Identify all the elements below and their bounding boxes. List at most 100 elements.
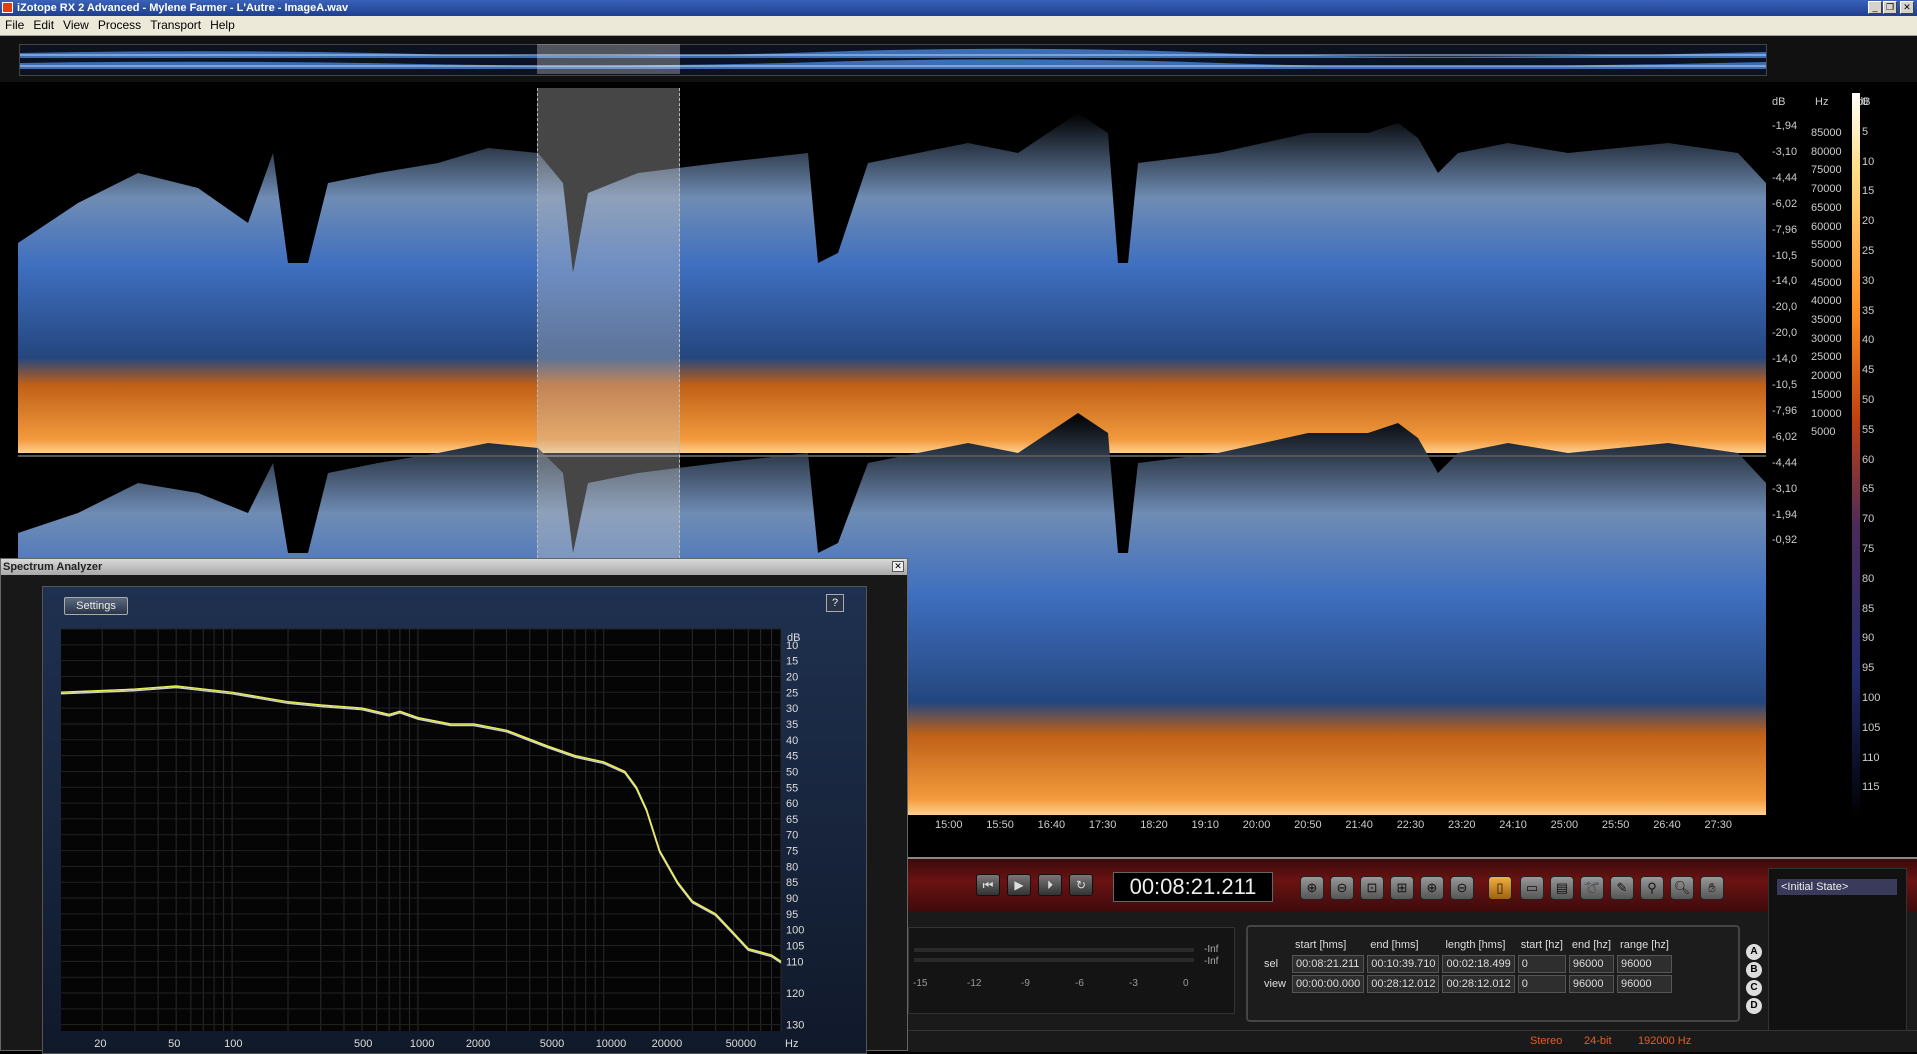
timecode-display: 00:08:21.211	[1113, 872, 1273, 902]
hz-tick-label: 70000	[1811, 183, 1842, 196]
brush-tool-icon[interactable]: ✎	[1610, 876, 1634, 900]
wand-tool-icon[interactable]: ⚲	[1640, 876, 1664, 900]
analyzer-db-tick: 105	[786, 941, 804, 953]
view-start-hz[interactable]: 0	[1517, 975, 1566, 993]
analyzer-hz-tick: 50000	[726, 1038, 757, 1050]
play-button[interactable]: ▶	[1007, 874, 1031, 896]
db-tick-label: -3,10	[1772, 145, 1798, 158]
close-button[interactable]: ✕	[1900, 1, 1914, 14]
view-start-hms[interactable]: 00:00:00.000	[1292, 975, 1365, 993]
db-tick-label: -4,44	[1772, 456, 1798, 469]
colorbar-tick-label: 25	[1862, 245, 1875, 257]
time-tick-label: 25:00	[1550, 819, 1579, 831]
hz-tick-label: 75000	[1811, 164, 1842, 177]
zoom-fit-icon[interactable]: ⊞	[1390, 876, 1414, 900]
analyzer-db-tick: 40	[786, 735, 798, 747]
zoom-in-freq-icon[interactable]: ⊕	[1420, 876, 1444, 900]
history-panel: <Initial State>	[1768, 868, 1907, 1034]
hand-tool-icon[interactable]: ✋︎	[1700, 876, 1724, 900]
hz-tick-label: 20000	[1811, 370, 1842, 383]
analyzer-hz-unit: Hz	[785, 1038, 798, 1050]
analyzer-help-button[interactable]: ?	[826, 594, 844, 612]
colorbar-tick-label: 15	[1862, 185, 1875, 198]
zoom-out-time-icon[interactable]: ⊖	[1330, 876, 1354, 900]
play-selection-button[interactable]: ⏵	[1038, 874, 1062, 896]
minimize-button[interactable]: _	[1868, 1, 1882, 14]
db-tick-label: -14,0	[1772, 353, 1798, 366]
overview-wave-graphic	[20, 48, 1766, 69]
analyzer-body: Settings ? 10 15 20 25 30 35 40 45 50 55 60 65 70 75 8…	[42, 586, 867, 1054]
compare-c-button[interactable]: C	[1746, 980, 1762, 996]
time-tick-label: 16:40	[1037, 819, 1066, 831]
menu-edit[interactable]: Edit	[28, 16, 58, 35]
zoom-in-time-icon[interactable]: ⊕	[1300, 876, 1324, 900]
hz-tick-label: 65000	[1811, 201, 1842, 214]
menu-transport[interactable]: Transport	[145, 16, 205, 35]
sel-length-hms[interactable]: 00:02:18.499	[1442, 955, 1515, 973]
compare-a-button[interactable]: A	[1746, 944, 1762, 960]
skip-to-start-button[interactable]: ⏮	[976, 874, 1000, 896]
analyzer-hz-tick: 2000	[466, 1038, 490, 1050]
view-length-hms[interactable]: 00:28:12.012	[1442, 975, 1515, 993]
menu-help[interactable]: Help	[205, 16, 239, 35]
sel-end-hms[interactable]: 00:10:39.710	[1367, 955, 1440, 973]
row-label-view: view	[1264, 978, 1287, 990]
zoom-out-freq-icon[interactable]: ⊖	[1450, 876, 1474, 900]
status-channels: Stereo	[1530, 1035, 1563, 1047]
db-tick-label: -10,5	[1772, 379, 1798, 391]
compare-d-button[interactable]: D	[1746, 998, 1762, 1014]
window-title: iZotope RX 2 Advanced - Mylene Farmer - …	[17, 2, 349, 14]
colorbar-tick-label: 5	[1862, 125, 1869, 138]
overview-waveform[interactable]	[0, 36, 1917, 82]
status-bar: Stereo 24-bit 192000 Hz	[908, 1030, 1917, 1052]
db-tick-label: -10,5	[1772, 249, 1798, 262]
colorbar-tick-label: 20	[1862, 215, 1875, 228]
menu-file[interactable]: File	[0, 16, 28, 35]
analyzer-settings-button[interactable]: Settings	[64, 597, 128, 615]
zoom-selection-icon[interactable]: ⊡	[1360, 876, 1384, 900]
sel-range-hz[interactable]: 96000	[1617, 955, 1672, 973]
db-tick-label: -7,96	[1772, 404, 1798, 417]
menu-view[interactable]: View	[58, 16, 93, 35]
view-range-hz[interactable]: 96000	[1617, 975, 1672, 993]
analyzer-close-button[interactable]: ✕	[892, 561, 904, 572]
compare-b-button[interactable]: B	[1746, 962, 1762, 978]
analyzer-plot-bg	[61, 629, 781, 1031]
hz-tick-label: 40000	[1811, 295, 1842, 308]
freq-select-tool-icon[interactable]: ▤	[1550, 876, 1574, 900]
hz-tick-label: 15000	[1811, 388, 1842, 401]
overview-wave-strip[interactable]	[19, 44, 1767, 76]
hz-tick-label: 85000	[1811, 127, 1842, 139]
meter-tick-label: 0	[1183, 978, 1189, 989]
sel-start-hz[interactable]: 0	[1517, 955, 1566, 973]
time-select-tool-icon[interactable]: ▯	[1488, 876, 1512, 900]
analyzer-hz-tick: 20000	[652, 1038, 683, 1050]
time-tick-label: 20:50	[1294, 819, 1322, 831]
sel-end-hz[interactable]: 96000	[1568, 955, 1615, 973]
restore-button[interactable]: ❐	[1883, 1, 1897, 14]
history-initial-state[interactable]: <Initial State>	[1777, 879, 1897, 895]
db-tick-label: -1,94	[1772, 508, 1798, 521]
time-tick-label: 19:10	[1191, 819, 1220, 831]
analyzer-db-tick: 15	[786, 656, 798, 668]
time-tick-label: 23:20	[1448, 819, 1476, 831]
loop-button[interactable]: ↻	[1069, 874, 1093, 896]
view-end-hms[interactable]: 00:28:12.012	[1367, 975, 1440, 993]
colorbar-tick-label: 45	[1862, 364, 1875, 377]
overview-selection[interactable]	[537, 44, 680, 74]
db-tick-label: -1,94	[1772, 120, 1798, 132]
hz-tick-label: 45000	[1811, 276, 1842, 289]
meter-tick-label: -3	[1129, 978, 1138, 989]
sel-start-hms[interactable]: 00:08:21.211	[1292, 955, 1365, 973]
zoom-tool-icon[interactable]: 🔍︎	[1670, 876, 1694, 900]
rect-select-tool-icon[interactable]: ▭	[1520, 876, 1544, 900]
analyzer-title[interactable]: Spectrum Analyzer	[1, 559, 907, 575]
lasso-tool-icon[interactable]: ➰	[1580, 876, 1604, 900]
menu-process[interactable]: Process	[93, 16, 145, 35]
selection-region[interactable]	[537, 88, 680, 558]
colorbar-tick-label: 110	[1862, 751, 1880, 764]
menu-bar: File Edit View Process Transport Help	[0, 16, 1917, 36]
analyzer-db-tick: 100	[786, 925, 804, 937]
time-tick-label: 22:30	[1396, 819, 1425, 831]
view-end-hz[interactable]: 96000	[1568, 975, 1615, 993]
